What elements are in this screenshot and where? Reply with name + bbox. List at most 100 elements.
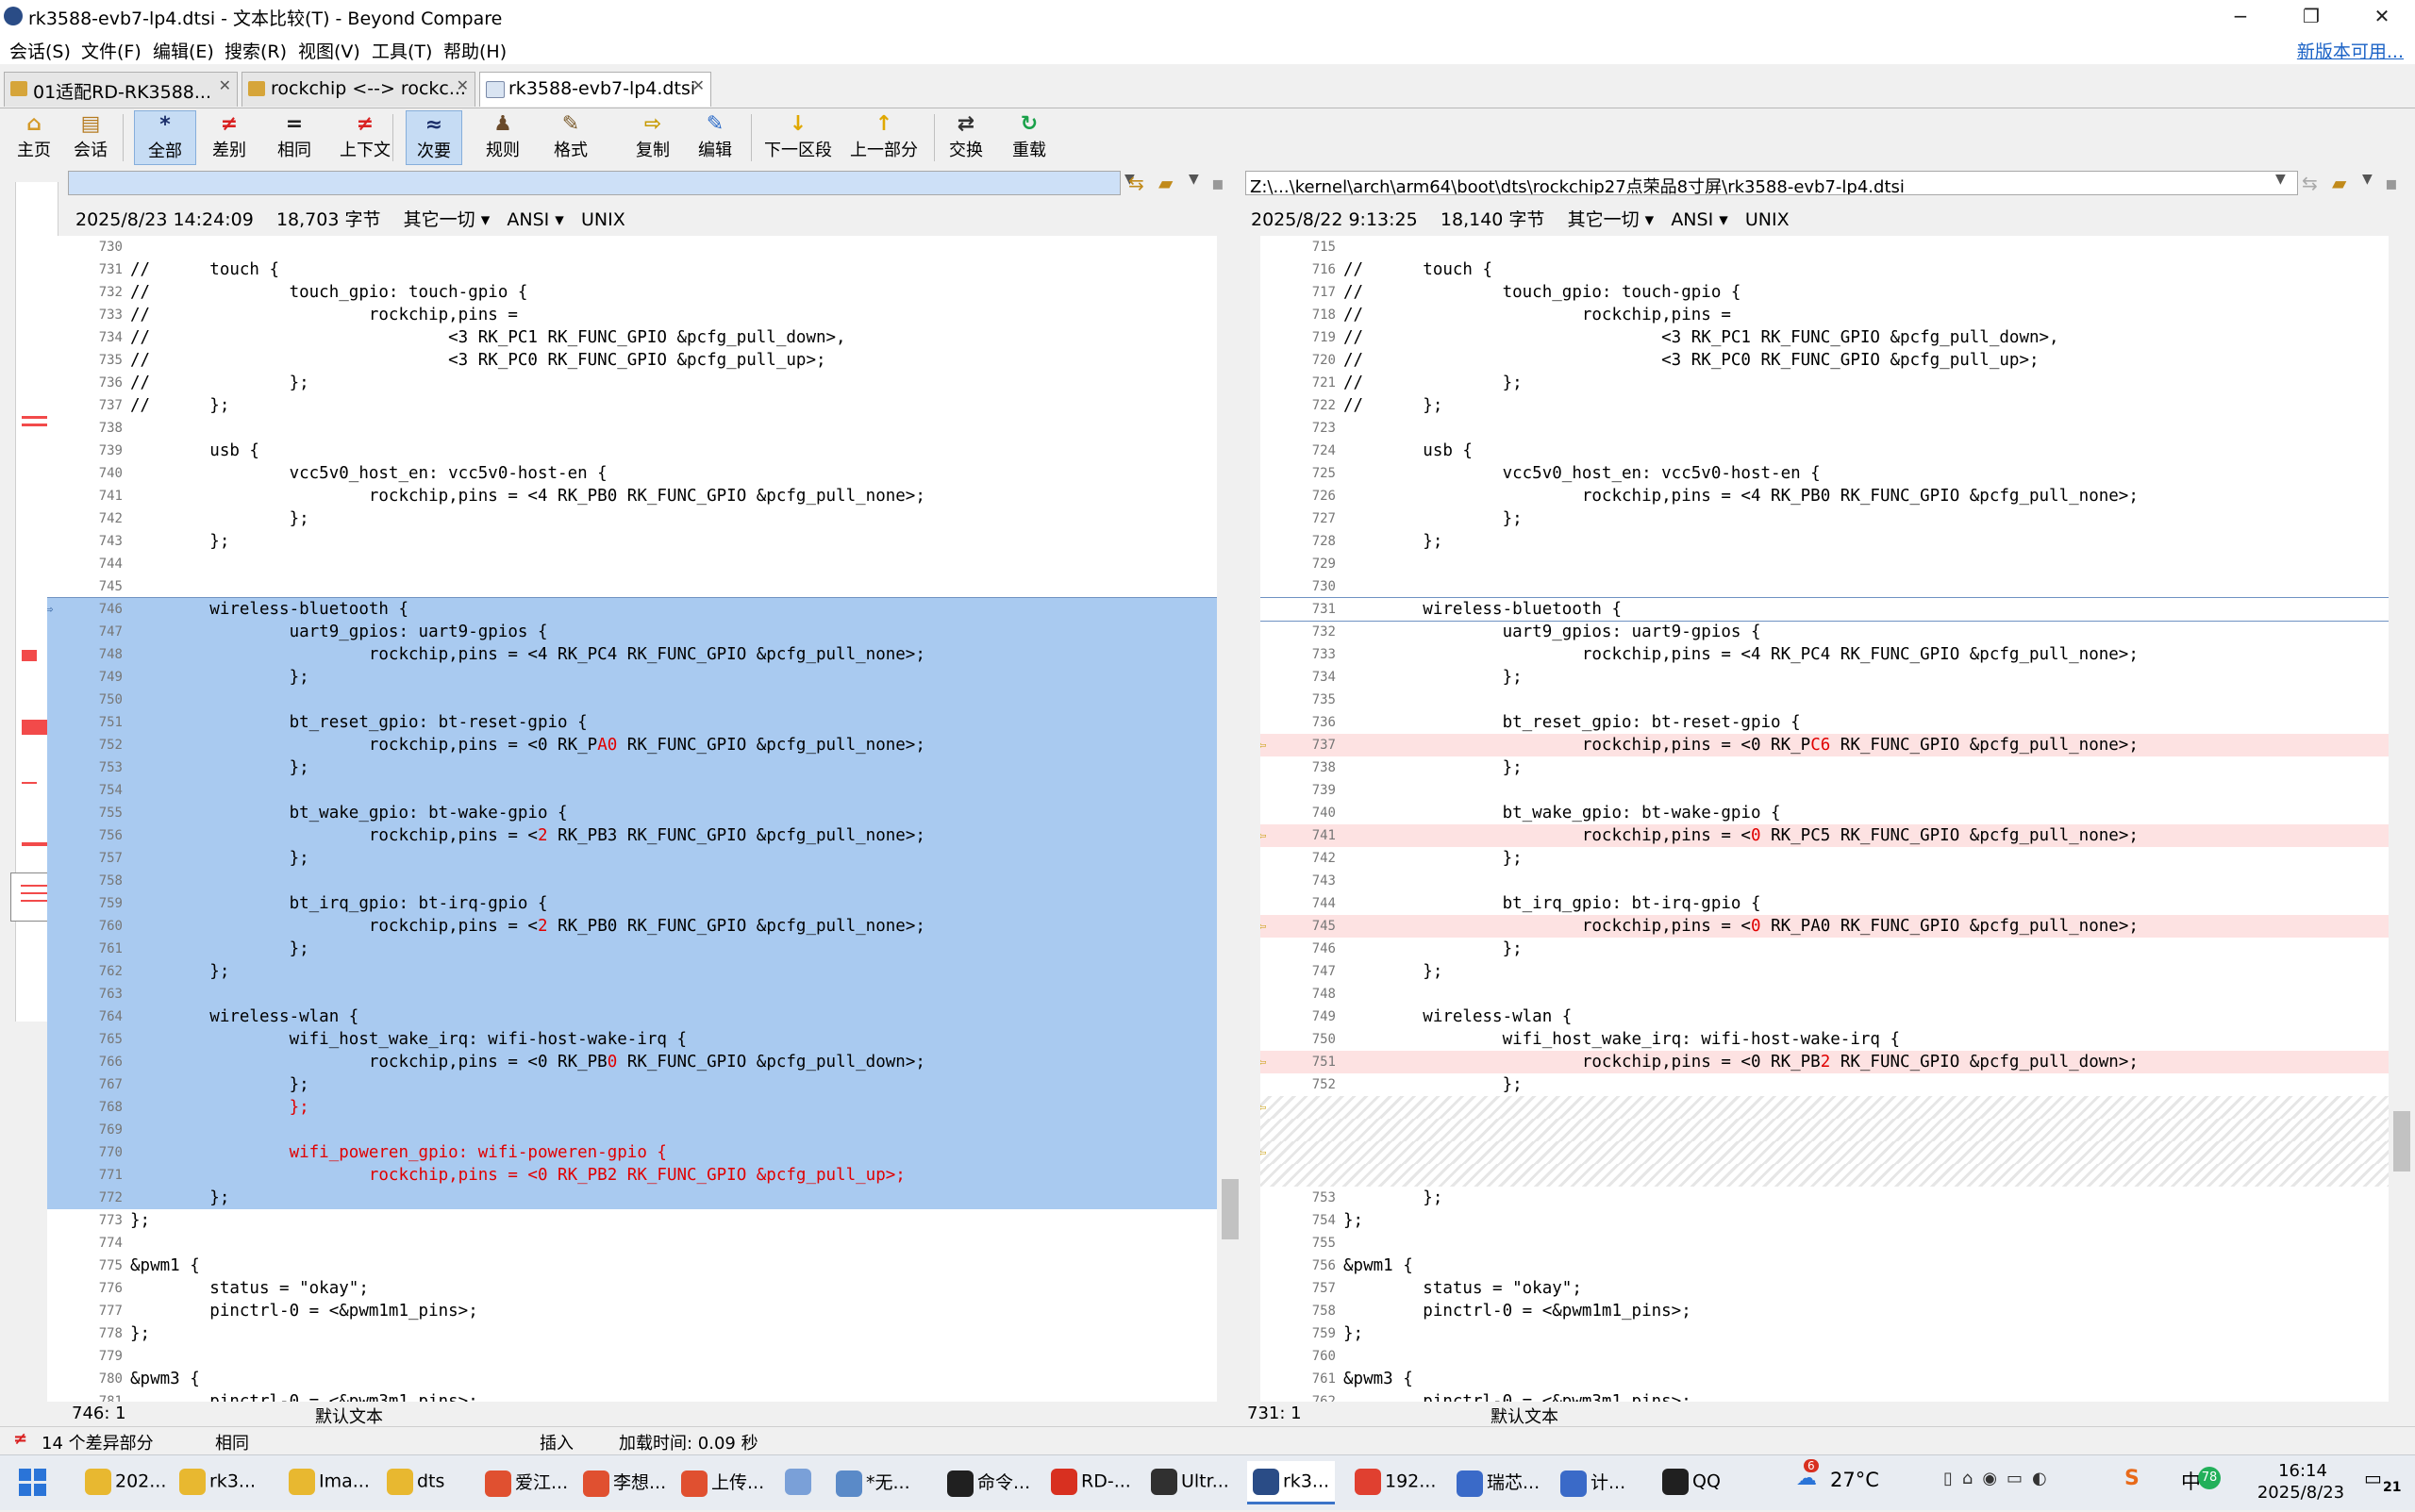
- code-line[interactable]: [1260, 1164, 2389, 1187]
- copy-left-arrow-icon[interactable]: ⇦: [1260, 915, 1266, 938]
- code-line[interactable]: 733 rockchip,pins = <4 RK_PC4 RK_FUNC_GP…: [1260, 643, 2389, 666]
- code-line[interactable]: 753 };: [47, 756, 1217, 779]
- right-open-folder-icon[interactable]: ▰: [2332, 172, 2346, 194]
- taskbar-app[interactable]: QQ: [1657, 1461, 1726, 1512]
- code-line[interactable]: 752 rockchip,pins = <0 RK_PA0 RK_FUNC_GP…: [47, 734, 1217, 756]
- code-line[interactable]: 766 rockchip,pins = <0 RK_PB0 RK_FUNC_GP…: [47, 1051, 1217, 1073]
- code-line[interactable]: 743: [1260, 870, 2389, 892]
- menu-session[interactable]: 会话(S): [9, 38, 71, 63]
- taskbar-app[interactable]: 李想...: [577, 1461, 672, 1512]
- code-line[interactable]: 752 };: [1260, 1073, 2389, 1096]
- code-line[interactable]: 742 };: [1260, 847, 2389, 870]
- dropdown-arrow-icon[interactable]: ▾: [1713, 209, 1740, 230]
- home-button[interactable]: ⌂ 主页: [13, 110, 55, 165]
- dropdown-arrow-icon[interactable]: ▾: [475, 209, 502, 230]
- code-line[interactable]: 724 usb {: [1260, 440, 2389, 462]
- copy-left-arrow-icon[interactable]: ⇦: [1260, 1096, 1266, 1119]
- code-line[interactable]: 716 // touch {: [1260, 258, 2389, 281]
- taskbar-app[interactable]: 爱江...: [479, 1461, 574, 1512]
- code-line[interactable]: 719 // <3 RK_PC1 RK_FUNC_GPIO &pcfg_pull_…: [1260, 326, 2389, 349]
- same-button[interactable]: = 相同: [272, 110, 317, 165]
- code-line[interactable]: 715: [1260, 236, 2389, 258]
- overview-diff-marker[interactable]: [22, 424, 50, 426]
- code-line[interactable]: 753 };: [1260, 1187, 2389, 1209]
- code-line[interactable]: 723: [1260, 417, 2389, 440]
- code-line[interactable]: 735 // <3 RK_PC0 RK_FUNC_GPIO &pcfg_pull_…: [47, 349, 1217, 372]
- right-path-input[interactable]: Z:\...\kernel\arch\arm64\boot\dts\rockch…: [1245, 171, 2298, 195]
- taskbar-app[interactable]: dts: [381, 1461, 450, 1512]
- left-open-folder-icon[interactable]: ▰: [1158, 172, 1173, 194]
- overview-diff-marker[interactable]: [22, 416, 50, 419]
- code-line[interactable]: 760 rockchip,pins = <2 RK_PB0 RK_FUNC_GP…: [47, 915, 1217, 938]
- dropdown-arrow-icon[interactable]: ▾: [549, 209, 575, 230]
- code-line[interactable]: 758: [47, 870, 1217, 892]
- code-line[interactable]: 754};: [1260, 1209, 2389, 1232]
- weather-temp[interactable]: 27°C: [1830, 1469, 1879, 1491]
- code-line[interactable]: 735: [1260, 689, 2389, 711]
- code-line[interactable]: 761 };: [47, 938, 1217, 960]
- code-line[interactable]: 757 };: [47, 847, 1217, 870]
- clock-time[interactable]: 16:14: [2260, 1461, 2345, 1481]
- code-line[interactable]: 768 };: [47, 1096, 1217, 1119]
- menu-tools[interactable]: 工具(T): [372, 38, 432, 63]
- dropdown-arrow-icon[interactable]: ▼: [2275, 172, 2286, 187]
- code-line[interactable]: 722 // };: [1260, 394, 2389, 417]
- taskbar-app[interactable]: Ima...: [283, 1461, 375, 1512]
- code-line[interactable]: 742 };: [47, 507, 1217, 530]
- edit-button[interactable]: ✎ 编辑: [694, 110, 736, 165]
- code-line[interactable]: 726 rockchip,pins = <4 RK_PB0 RK_FUNC_GP…: [1260, 485, 2389, 507]
- code-line[interactable]: 762 pinctrl-0 = <&pwm3m1_pins>;: [1260, 1390, 2389, 1402]
- code-line[interactable]: 765 wifi_host_wake_irq: wifi-host-wake-i…: [47, 1028, 1217, 1051]
- scroll-thumb[interactable]: [1222, 1179, 1239, 1239]
- code-line[interactable]: 741 ⇦ rockchip,pins = <0 RK_PC5 RK_FUNC_G…: [1260, 824, 2389, 847]
- taskbar-app[interactable]: 计...: [1555, 1461, 1631, 1512]
- code-line[interactable]: 776 status = "okay";: [47, 1277, 1217, 1300]
- left-vertical-scrollbar[interactable]: [1219, 236, 1241, 1402]
- code-line[interactable]: 779: [47, 1345, 1217, 1368]
- scroll-thumb[interactable]: [2393, 1111, 2410, 1171]
- prev-part-button[interactable]: ↑ 上一部分: [847, 110, 921, 165]
- left-filter[interactable]: 其它一切: [404, 209, 475, 230]
- code-line[interactable]: 730: [47, 236, 1217, 258]
- code-line[interactable]: 725 vcc5v0_host_en: vcc5v0-host-en {: [1260, 462, 2389, 485]
- code-line[interactable]: 750: [47, 689, 1217, 711]
- reload-button[interactable]: ↻ 重载: [1006, 110, 1053, 165]
- code-line[interactable]: 759};: [1260, 1322, 2389, 1345]
- close-button[interactable]: ✕: [2349, 0, 2415, 32]
- code-line[interactable]: 747 };: [1260, 960, 2389, 983]
- taskbar-app[interactable]: [779, 1461, 821, 1512]
- overview-diff-marker[interactable]: [22, 842, 50, 846]
- code-line[interactable]: 745 ⇦ rockchip,pins = <0 RK_PA0 RK_FUNC_G…: [1260, 915, 2389, 938]
- code-line[interactable]: 737 // };: [47, 394, 1217, 417]
- sogou-ime-icon[interactable]: S: [2124, 1467, 2140, 1490]
- code-line[interactable]: 746 };: [1260, 938, 2389, 960]
- dropdown-arrow-icon[interactable]: ▼: [2362, 172, 2373, 187]
- right-code-pane[interactable]: 715 716 // touch {717 // touch_gpio: touch-…: [1260, 236, 2389, 1402]
- menu-view[interactable]: 视图(V): [298, 38, 360, 63]
- code-line[interactable]: 781 pinctrl-0 = <&pwm3m1_pins>;: [47, 1390, 1217, 1402]
- code-line[interactable]: 721 // };: [1260, 372, 2389, 394]
- code-line[interactable]: 728 };: [1260, 530, 2389, 553]
- menu-help[interactable]: 帮助(H): [443, 38, 507, 63]
- rules-button[interactable]: ♟ 规则: [479, 110, 526, 165]
- left-path-input[interactable]: [68, 171, 1121, 195]
- code-line[interactable]: 741 rockchip,pins = <4 RK_PB0 RK_FUNC_GP…: [47, 485, 1217, 507]
- copy-button[interactable]: ⇨ 复制: [632, 110, 674, 165]
- windows-start-icon[interactable]: [19, 1469, 47, 1497]
- code-line[interactable]: 720 // <3 RK_PC0 RK_FUNC_GPIO &pcfg_pull_…: [1260, 349, 2389, 372]
- code-line[interactable]: 717 // touch_gpio: touch-gpio {: [1260, 281, 2389, 304]
- copy-left-arrow-icon[interactable]: ⇦: [1260, 1051, 1266, 1073]
- code-line[interactable]: 750 wifi_host_wake_irq: wifi-host-wake-i…: [1260, 1028, 2389, 1051]
- code-line[interactable]: 732 uart9_gpios: uart9-gpios {: [1260, 621, 2389, 643]
- tab-text-compare[interactable]: rk3588-evb7-lp4.dtsi ✕: [479, 72, 711, 107]
- new-version-link[interactable]: 新版本可用...: [2297, 38, 2404, 63]
- overview-diff-marker[interactable]: [22, 720, 50, 735]
- taskbar-app[interactable]: rk3...: [1247, 1461, 1336, 1504]
- code-line[interactable]: 748: [1260, 983, 2389, 1005]
- code-line[interactable]: 758 pinctrl-0 = <&pwm1m1_pins>;: [1260, 1300, 2389, 1322]
- code-line[interactable]: 730: [1260, 575, 2389, 598]
- menu-edit[interactable]: 编辑(E): [153, 38, 214, 63]
- restore-button[interactable]: ❐: [2278, 0, 2344, 32]
- format-button[interactable]: ✎ 格式: [541, 110, 600, 165]
- code-line[interactable]: 733 // rockchip,pins =: [47, 304, 1217, 326]
